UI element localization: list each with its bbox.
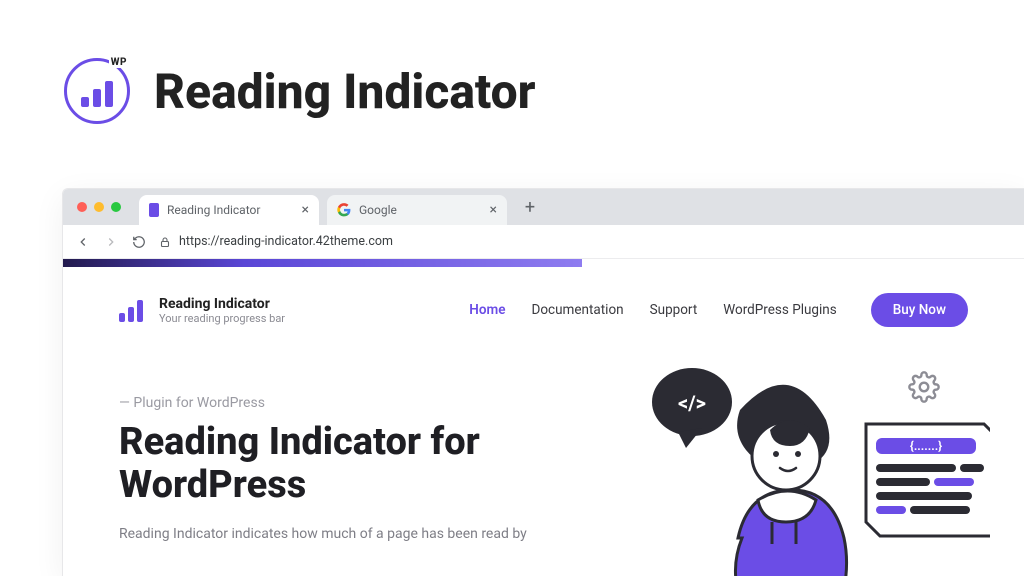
nav-wordpress-plugins[interactable]: WordPress Plugins	[723, 302, 836, 318]
wp-badge: WP	[109, 57, 129, 68]
nav-documentation[interactable]: Documentation	[531, 302, 623, 318]
new-tab-button[interactable]: +	[517, 194, 543, 220]
minimize-window-icon[interactable]	[94, 202, 104, 212]
reading-progress-bar	[63, 259, 582, 267]
browser-tabstrip: Reading Indicator × Google × +	[63, 189, 1024, 225]
window-controls	[77, 202, 121, 212]
close-window-icon[interactable]	[77, 202, 87, 212]
address-bar[interactable]: https://reading-indicator.42theme.com	[159, 234, 393, 249]
tab-label: Reading Indicator	[167, 203, 260, 217]
nav-support[interactable]: Support	[650, 302, 698, 318]
page-content: Reading Indicator Your reading progress …	[63, 259, 1024, 576]
browser-window: Reading Indicator × Google × +	[62, 188, 1024, 576]
reading-indicator-favicon-icon	[149, 203, 159, 217]
site-brand-tagline: Your reading progress bar	[159, 312, 285, 325]
lock-icon	[159, 236, 171, 248]
hero-headline: Reading Indicator for WordPress	[119, 421, 567, 506]
browser-tab-google[interactable]: Google ×	[327, 195, 507, 225]
site-header: Reading Indicator Your reading progress …	[63, 267, 1024, 327]
reload-button[interactable]	[131, 234, 147, 250]
browser-tab-reading-indicator[interactable]: Reading Indicator ×	[139, 195, 319, 225]
tab-label: Google	[359, 203, 397, 217]
site-logo[interactable]: Reading Indicator Your reading progress …	[119, 296, 285, 325]
product-logo: WP	[64, 58, 130, 124]
site-nav: Home Documentation Support WordPress Plu…	[469, 293, 968, 327]
google-favicon-icon	[337, 203, 351, 217]
site-brand-title: Reading Indicator	[159, 296, 285, 312]
bars-icon	[81, 81, 113, 107]
eyebrow-text: — Plugin for WordPress	[119, 395, 567, 411]
buy-now-button[interactable]: Buy Now	[871, 293, 968, 327]
browser-toolbar: https://reading-indicator.42theme.com	[63, 225, 1024, 259]
close-tab-icon[interactable]: ×	[490, 203, 497, 217]
page-title: Reading Indicator	[154, 63, 536, 120]
svg-text:</>: </>	[678, 391, 706, 415]
url-text: https://reading-indicator.42theme.com	[179, 234, 393, 249]
svg-text:{.......}: {.......}	[910, 439, 942, 453]
nav-home[interactable]: Home	[469, 302, 505, 318]
close-tab-icon[interactable]: ×	[302, 203, 309, 217]
forward-button[interactable]	[103, 234, 119, 250]
maximize-window-icon[interactable]	[111, 202, 121, 212]
bars-icon	[119, 298, 147, 322]
hero-illustration: </> {.......}	[620, 350, 990, 576]
hero-lead: Reading Indicator indicates how much of …	[119, 524, 559, 545]
back-button[interactable]	[75, 234, 91, 250]
